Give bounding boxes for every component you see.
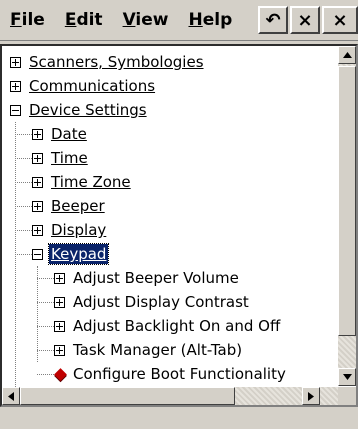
expand-plus-icon[interactable] bbox=[10, 80, 21, 92]
scroll-down-button[interactable] bbox=[338, 368, 356, 386]
tree-node[interactable]: Configure Boot Functionality bbox=[54, 362, 288, 386]
tree-node-label: Adjust Beeper Volume bbox=[73, 269, 239, 287]
settings-tree: Scanners, Symbologies Communications Devic… bbox=[2, 46, 338, 405]
menu-edit[interactable]: Edit bbox=[55, 0, 113, 40]
tree-guide-line bbox=[37, 266, 38, 362]
collapse-minus-icon[interactable] bbox=[10, 104, 21, 116]
expand-plus-icon[interactable] bbox=[54, 344, 65, 356]
tree-node-label: Time Zone bbox=[51, 173, 131, 191]
close-icon: × bbox=[297, 9, 313, 31]
menu-view-accel: V bbox=[122, 10, 136, 30]
arrow-left-icon bbox=[8, 391, 14, 401]
tree-node[interactable]: Time Zone bbox=[32, 170, 133, 194]
horizontal-scrollbar[interactable] bbox=[2, 387, 338, 405]
scroll-left-button[interactable] bbox=[2, 387, 20, 405]
close-icon-2: × bbox=[332, 9, 348, 31]
expand-plus-icon[interactable] bbox=[54, 296, 65, 308]
tree-connector-line bbox=[15, 134, 32, 135]
tree-node[interactable]: Beeper bbox=[32, 194, 107, 218]
tree-node[interactable]: Date bbox=[32, 122, 89, 146]
tree-node[interactable]: Adjust Display Contrast bbox=[54, 290, 251, 314]
arrow-right-icon bbox=[308, 391, 314, 401]
scrollbar-corner bbox=[338, 387, 356, 405]
tree-node-label: Adjust Backlight On and Off bbox=[73, 317, 281, 335]
tree-node[interactable]: Time bbox=[32, 146, 90, 170]
expand-plus-icon[interactable] bbox=[10, 56, 21, 68]
tree-node[interactable]: Adjust Beeper Volume bbox=[54, 266, 241, 290]
tree-connector-line bbox=[15, 206, 32, 207]
menu-file-rest: ile bbox=[21, 10, 45, 30]
tree-node-label: Configure Boot Functionality bbox=[73, 365, 286, 383]
menu-edit-accel: E bbox=[64, 10, 77, 30]
tree-connector-line bbox=[37, 302, 54, 303]
expand-plus-icon[interactable] bbox=[54, 320, 65, 332]
bottom-strip bbox=[0, 407, 358, 429]
menu-bar: File Edit View Help ↶ × × bbox=[0, 0, 358, 41]
menu-file[interactable]: File bbox=[0, 0, 55, 40]
tree-node[interactable]: Display bbox=[32, 218, 108, 242]
tree-pane: Scanners, Symbologies Communications Devic… bbox=[0, 44, 358, 407]
tree-node-label: Task Manager (Alt-Tab) bbox=[73, 341, 243, 359]
tree-node-label: Adjust Display Contrast bbox=[73, 293, 249, 311]
menu-view[interactable]: View bbox=[113, 0, 179, 40]
tree-node[interactable]: Adjust Backlight On and Off bbox=[54, 314, 282, 338]
tree-node-label: Keypad bbox=[47, 243, 110, 265]
leaf-diamond-icon bbox=[54, 367, 67, 381]
tree-node[interactable]: Scanners, Symbologies bbox=[10, 50, 206, 74]
tree-connector-line bbox=[37, 350, 54, 351]
menu-file-accel: F bbox=[10, 10, 22, 30]
menu-help-rest: elp bbox=[202, 10, 233, 30]
tree-node-label: Date bbox=[51, 125, 87, 143]
vertical-scrollbar[interactable] bbox=[338, 46, 356, 386]
scroll-up-button[interactable] bbox=[338, 46, 356, 64]
tree-connector-line bbox=[37, 374, 54, 375]
close-button[interactable]: × bbox=[290, 6, 320, 34]
tree-connector-line bbox=[15, 182, 32, 183]
menu-help-accel: H bbox=[188, 10, 203, 30]
tree-connector-line bbox=[15, 158, 32, 159]
expand-plus-icon[interactable] bbox=[32, 176, 43, 188]
vertical-scroll-thumb[interactable] bbox=[338, 66, 356, 336]
expand-plus-icon[interactable] bbox=[32, 152, 43, 164]
menu-help[interactable]: Help bbox=[178, 0, 242, 40]
collapse-minus-icon[interactable] bbox=[32, 248, 43, 260]
undo-button[interactable]: ↶ bbox=[258, 6, 288, 34]
tree-connector-line bbox=[15, 254, 32, 255]
close-button-2[interactable]: × bbox=[322, 6, 358, 34]
tree-node-label: Beeper bbox=[51, 197, 105, 215]
tree-connector-line bbox=[37, 278, 54, 279]
scroll-right-button[interactable] bbox=[302, 387, 320, 405]
tree-node-label: Time bbox=[51, 149, 88, 167]
menu-view-rest: iew bbox=[135, 10, 169, 30]
tree-node-label: Scanners, Symbologies bbox=[29, 53, 204, 71]
expand-plus-icon[interactable] bbox=[32, 224, 43, 236]
tree-node[interactable]: Communications bbox=[10, 74, 157, 98]
undo-icon: ↶ bbox=[265, 9, 281, 31]
tree-node[interactable]: Task Manager (Alt-Tab) bbox=[54, 338, 244, 362]
expand-plus-icon[interactable] bbox=[54, 272, 65, 284]
tree-node[interactable]: Keypad bbox=[32, 242, 110, 266]
menu-edit-rest: dit bbox=[76, 10, 103, 30]
tree-connector-line bbox=[15, 230, 32, 231]
tree-node-label: Communications bbox=[29, 77, 156, 95]
expand-plus-icon[interactable] bbox=[32, 128, 43, 140]
expand-plus-icon[interactable] bbox=[32, 200, 43, 212]
horizontal-scroll-thumb[interactable] bbox=[20, 387, 235, 405]
tree-connector-line bbox=[37, 326, 54, 327]
arrow-down-icon bbox=[342, 374, 352, 380]
arrow-up-icon bbox=[342, 52, 352, 58]
tree-node-label: Display bbox=[51, 221, 107, 239]
tree-node-label: Device Settings bbox=[29, 101, 147, 119]
tree-node[interactable]: Device Settings bbox=[10, 98, 149, 122]
tree-guide-line bbox=[15, 122, 16, 405]
